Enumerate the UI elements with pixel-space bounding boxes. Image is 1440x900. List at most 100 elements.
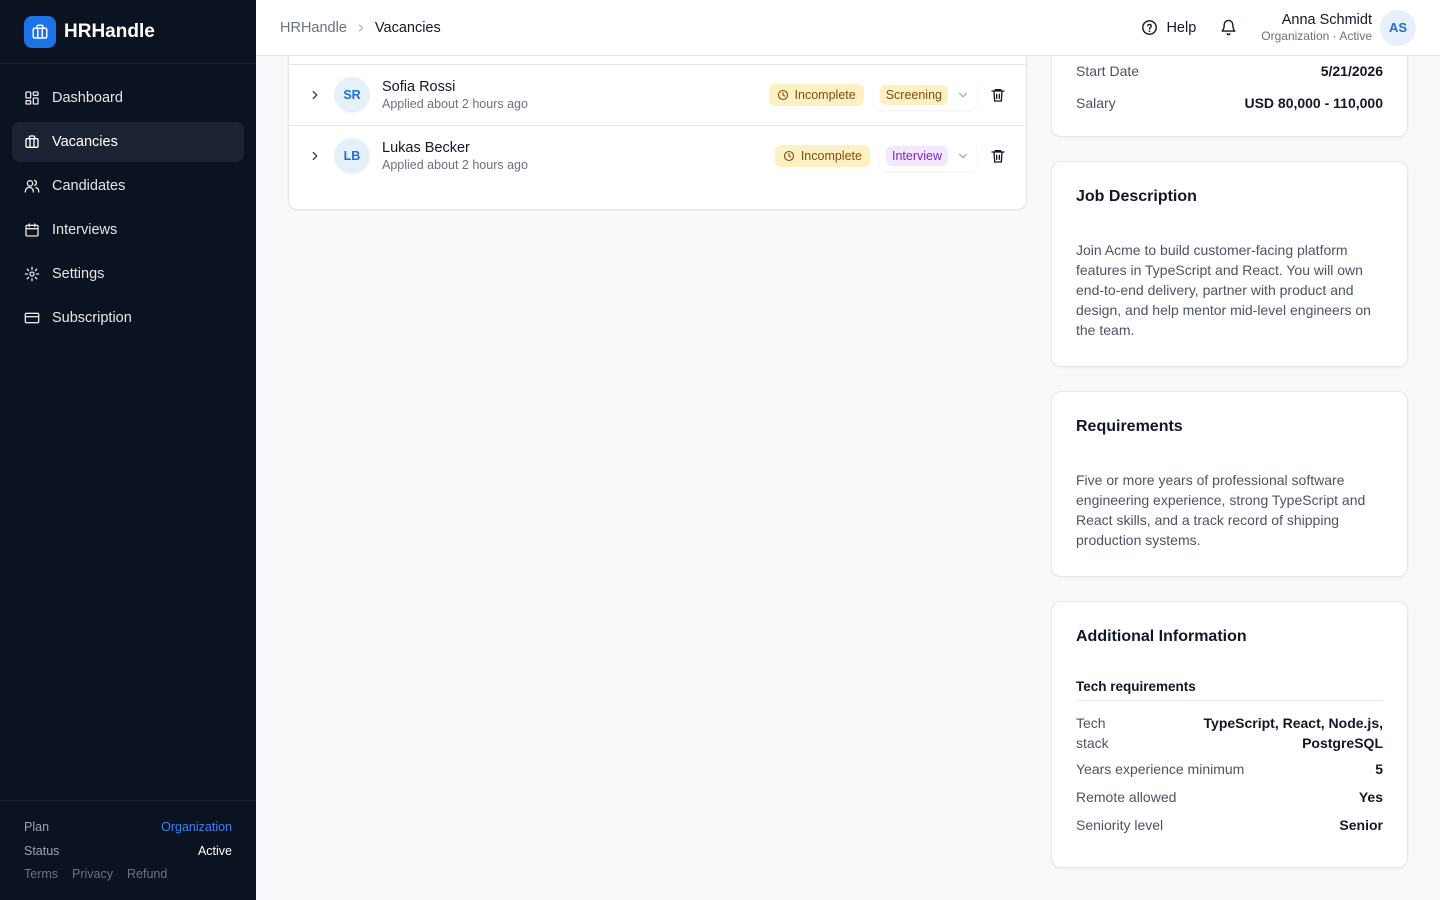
delete-candidate-button[interactable] xyxy=(990,148,1006,164)
chevron-right-icon xyxy=(355,22,367,34)
chevron-right-icon[interactable] xyxy=(307,88,323,102)
remote-allowed-label: Remote allowed xyxy=(1076,789,1177,805)
sidebar-item-label: Subscription xyxy=(52,310,132,326)
remote-allowed-value: Yes xyxy=(1358,789,1383,805)
sidebar-item-vacancies[interactable]: Vacancies xyxy=(12,122,244,162)
briefcase-logo-icon xyxy=(24,15,56,48)
breadcrumb-root-link[interactable]: HRHandle xyxy=(280,20,347,36)
years-experience-label: Years experience minimum xyxy=(1076,761,1245,777)
status-badge-label: Incomplete xyxy=(800,148,862,163)
sidebar-item-dashboard[interactable]: Dashboard xyxy=(12,78,244,118)
help-button[interactable]: Help xyxy=(1141,19,1196,36)
status-row: Status Active xyxy=(24,839,232,863)
avatar[interactable]: AS xyxy=(1380,9,1416,46)
seniority-level-row: Seniority level Senior xyxy=(1076,817,1383,833)
status-badge-label: Incomplete xyxy=(794,87,856,102)
breadcrumb-current: Vacancies xyxy=(374,19,441,36)
sidebar-item-label: Dashboard xyxy=(52,90,123,106)
candidate-applied: Applied about 2 hours ago xyxy=(382,157,528,172)
candidates-card: SR Sofia Rossi Applied about 2 hours ago… xyxy=(288,30,1027,210)
chevron-right-icon[interactable] xyxy=(307,149,323,163)
brand[interactable]: HRHandle xyxy=(0,0,256,64)
start-date-value: 5/21/2026 xyxy=(1320,63,1383,79)
status-label: Status xyxy=(24,844,60,858)
seniority-level-value: Senior xyxy=(1339,817,1383,833)
clock-icon xyxy=(777,89,788,100)
candidate-info: Lukas Becker Applied about 2 hours ago xyxy=(382,140,528,172)
candidate-avatar: SR xyxy=(334,76,370,113)
legal-links: Terms Privacy Refund xyxy=(24,867,232,881)
start-date-label: Start Date xyxy=(1076,63,1140,79)
help-label: Help xyxy=(1166,19,1197,36)
job-description-text: Join Acme to build customer-facing platf… xyxy=(1076,242,1371,338)
tech-stack-label: Tech stack xyxy=(1076,715,1109,751)
seniority-level-label: Seniority level xyxy=(1076,817,1164,833)
candidate-row[interactable]: LB Lukas Becker Applied about 2 hours ag… xyxy=(289,125,1026,185)
requirements-card: Requirements Five or more years of profe… xyxy=(1051,391,1408,577)
candidate-actions: Incomplete Screening xyxy=(768,79,1006,110)
sidebar-item-settings[interactable]: Settings xyxy=(12,254,244,294)
privacy-link[interactable]: Privacy xyxy=(72,867,113,881)
breadcrumb: HRHandle Vacancies xyxy=(280,20,441,36)
sidebar-item-label: Settings xyxy=(52,266,105,282)
candidate-row[interactable]: SR Sofia Rossi Applied about 2 hours ago… xyxy=(289,64,1026,124)
status-badge: Incomplete xyxy=(768,83,864,106)
sidebar-item-subscription[interactable]: Subscription xyxy=(12,298,244,338)
dashboard-icon xyxy=(24,90,40,106)
brand-name: HRHandle xyxy=(64,20,155,42)
topbar: HRHandle Vacancies Help Anna Schmidt Org… xyxy=(256,0,1440,56)
years-experience-value: 5 xyxy=(1375,761,1383,777)
user-name: Anna Schmidt xyxy=(1281,12,1372,28)
calendar-icon xyxy=(24,222,40,238)
chevron-down-icon xyxy=(958,153,968,159)
additional-information-card: Additional Information Tech requirements… xyxy=(1051,601,1408,868)
tech-requirements-heading: Tech requirements xyxy=(1076,679,1383,701)
years-experience-row: Years experience minimum 5 xyxy=(1076,761,1383,777)
candidate-name: Lukas Becker xyxy=(382,139,470,156)
trash-icon xyxy=(991,149,1005,163)
candidate-actions: Incomplete Interview xyxy=(774,140,1006,171)
tech-stack-value: TypeScript, React, Node.js, PostgreSQL xyxy=(1203,715,1383,751)
job-description-card: Job Description Join Acme to build custo… xyxy=(1051,161,1408,367)
notifications-button[interactable] xyxy=(1220,19,1237,36)
stage-pill: Screening xyxy=(879,84,948,105)
stage-select[interactable]: Interview xyxy=(879,140,976,171)
help-circle-icon xyxy=(1142,20,1158,35)
stage-pill: Interview xyxy=(885,145,948,166)
clock-icon xyxy=(783,150,794,161)
requirements-title: Requirements xyxy=(1076,418,1183,435)
candidate-applied: Applied about 2 hours ago xyxy=(382,96,528,111)
candidate-avatar: LB xyxy=(334,137,370,174)
sidebar-item-candidates[interactable]: Candidates xyxy=(12,166,244,206)
remote-allowed-row: Remote allowed Yes xyxy=(1076,789,1383,805)
briefcase-icon xyxy=(24,134,40,150)
additional-information-title: Additional Information xyxy=(1076,628,1247,645)
candidate-info: Sofia Rossi Applied about 2 hours ago xyxy=(382,79,528,111)
job-description-title: Job Description xyxy=(1076,188,1197,205)
sidebar-item-label: Candidates xyxy=(52,178,126,194)
sidebar-nav: Dashboard Vacancies Candidates Interview… xyxy=(0,64,256,338)
sidebar-item-label: Interviews xyxy=(52,222,118,238)
user-info[interactable]: Anna Schmidt Organization · Active xyxy=(1261,12,1372,43)
candidate-name: Sofia Rossi xyxy=(382,78,456,95)
credit-card-icon xyxy=(24,310,40,326)
delete-candidate-button[interactable] xyxy=(990,87,1006,103)
user-subtitle: Organization · Active xyxy=(1261,29,1372,43)
sidebar-footer: Plan Organization Status Active Terms Pr… xyxy=(0,800,256,900)
plan-label: Plan xyxy=(24,820,50,834)
tech-stack-row: Tech stack TypeScript, React, Node.js, P… xyxy=(1076,713,1383,753)
plan-value-link[interactable]: Organization xyxy=(161,820,232,834)
start-date-row: Start Date 5/21/2026 xyxy=(1076,63,1383,79)
bell-icon xyxy=(1221,19,1236,36)
stage-select[interactable]: Screening xyxy=(873,79,976,110)
sidebar-item-interviews[interactable]: Interviews xyxy=(12,210,244,250)
sidebar-item-label: Vacancies xyxy=(52,134,118,150)
refund-link[interactable]: Refund xyxy=(127,867,167,881)
requirements-text: Five or more years of professional softw… xyxy=(1076,472,1366,548)
salary-value: USD 80,000 - 110,000 xyxy=(1244,95,1383,111)
chevron-down-icon xyxy=(958,92,968,98)
terms-link[interactable]: Terms xyxy=(24,867,58,881)
salary-row: Salary USD 80,000 - 110,000 xyxy=(1076,95,1383,111)
gear-icon xyxy=(24,266,40,282)
topbar-actions: Help Anna Schmidt Organization · Active … xyxy=(1141,9,1416,46)
